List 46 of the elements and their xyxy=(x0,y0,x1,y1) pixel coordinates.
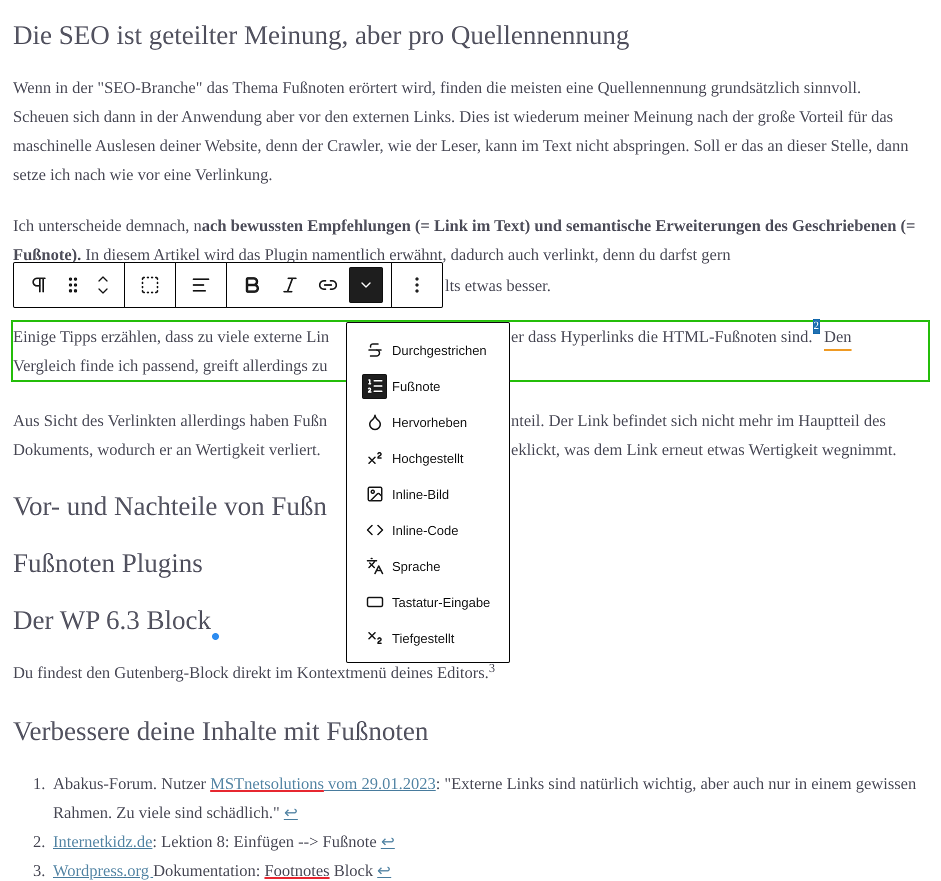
section-heading: Vor- und Nachteile von Fußn xyxy=(13,490,327,523)
paragraph-text: er dass Hyperlinks die HTML-Fußnoten sind. xyxy=(511,326,813,348)
list-number: 2. xyxy=(33,831,46,853)
strikethrough-icon xyxy=(366,341,384,359)
link[interactable]: Internetkidz.de xyxy=(53,832,152,851)
menu-item[interactable]: Sprache xyxy=(347,548,509,584)
paragraph: Du findest den Gutenberg-Block direkt im Kontextmenü deines Editors.$^{3}$ xyxy=(13,660,496,684)
footnote-marker[interactable]: 2 xyxy=(812,318,820,334)
back-link[interactable]: ↩ xyxy=(284,803,298,822)
footnote-text: Abakus-Forum. Nutzer MSTnetsolutions vom 29.01.2023: "Externe Links sind natürlich wichtig, aber auch nur in einem gewissen Rahmen. Zu viele sind schädlich." ↩ xyxy=(53,773,918,824)
menu-item[interactable]: Tastatur-Eingabe xyxy=(347,584,509,620)
section-heading: Verbessere deine Inhalte mit Fußnoten xyxy=(13,715,428,748)
subscript-icon xyxy=(366,629,384,647)
link[interactable]: Wordpress.org xyxy=(53,861,154,880)
translate-icon xyxy=(366,557,384,575)
back-link[interactable]: ↩ xyxy=(377,861,392,880)
footnote-text: Internetkidz.de: Lektion 8: Einfügen --> Fußnote ↩ xyxy=(53,831,395,853)
paragraph-text: Dokuments, wodurch er an Wertigkeit verliert. xyxy=(13,440,321,459)
paragraph-text: lts etwas besser. xyxy=(445,274,551,296)
menu-item[interactable]: Hervorheben xyxy=(347,404,509,440)
section-heading: Fußnoten Plugins xyxy=(13,547,203,580)
block-select-icon xyxy=(140,275,160,295)
section-heading: Die SEO ist geteilter Meinung, aber pro Quellennennung xyxy=(13,19,630,52)
paragraph-text: nteil. Der Link befindet sich nicht mehr im Hauptteil des xyxy=(511,410,886,432)
list-number: 1. xyxy=(33,773,46,795)
superscript-icon xyxy=(366,449,384,467)
numbered-list-icon xyxy=(366,377,384,395)
menu-item[interactable]: Inline-Bild xyxy=(347,476,509,512)
paragraph-text: Aus Sicht des Verlinkten allerdings haben Fußn xyxy=(13,411,328,430)
underlined-word: Den xyxy=(824,326,852,348)
menu-item[interactable]: Durchgestrichen xyxy=(347,332,509,368)
link[interactable]: vom 29.01.2023 xyxy=(324,774,436,793)
menu-item[interactable]: Inline-Code xyxy=(347,512,509,548)
paragraph: Wenn in der "SEO-Branche" das Thema Fußnoten erörtert wird, finden die meisten eine Quellennennung grundsätzlich sinnvoll. Scheuen sich dann in der Anwendung aber vor den externen Links. Dies ist wiederum meiner Meinung nach der große Vorteil für das maschinelle Auslesen deiner Website, denn der Crawler, wie der Leser, kann im Text nicht abspringen. Soll er das an dieser Stelle, dann setze ich nach wie vor eine Verlinkung. xyxy=(13,77,910,186)
menu-item[interactable]: Hochgestellt xyxy=(347,440,509,476)
section-heading: Der WP 6.3 Block xyxy=(13,604,211,637)
paragraph-text: eklickt, was dem Link erneut etwas Wertigkeit wegnimmt. xyxy=(511,439,897,461)
paragraph-text: Vergleich finde ich passend, greift allerdings zu xyxy=(13,356,328,375)
footnote-text: Wordpress.org Dokumentation: Footnotes Block ↩ xyxy=(53,860,392,881)
link[interactable]: MSTnetsolutions xyxy=(210,774,324,793)
menu-item[interactable]: Tiefgestellt xyxy=(347,620,509,656)
image-icon xyxy=(366,485,384,503)
back-link[interactable]: ↩ xyxy=(380,832,395,851)
more-options-icon xyxy=(415,277,419,293)
paragraph-text: Einige Tipps erzählen, dass zu viele externe Lin xyxy=(13,327,330,346)
list-number: 3. xyxy=(33,860,46,881)
